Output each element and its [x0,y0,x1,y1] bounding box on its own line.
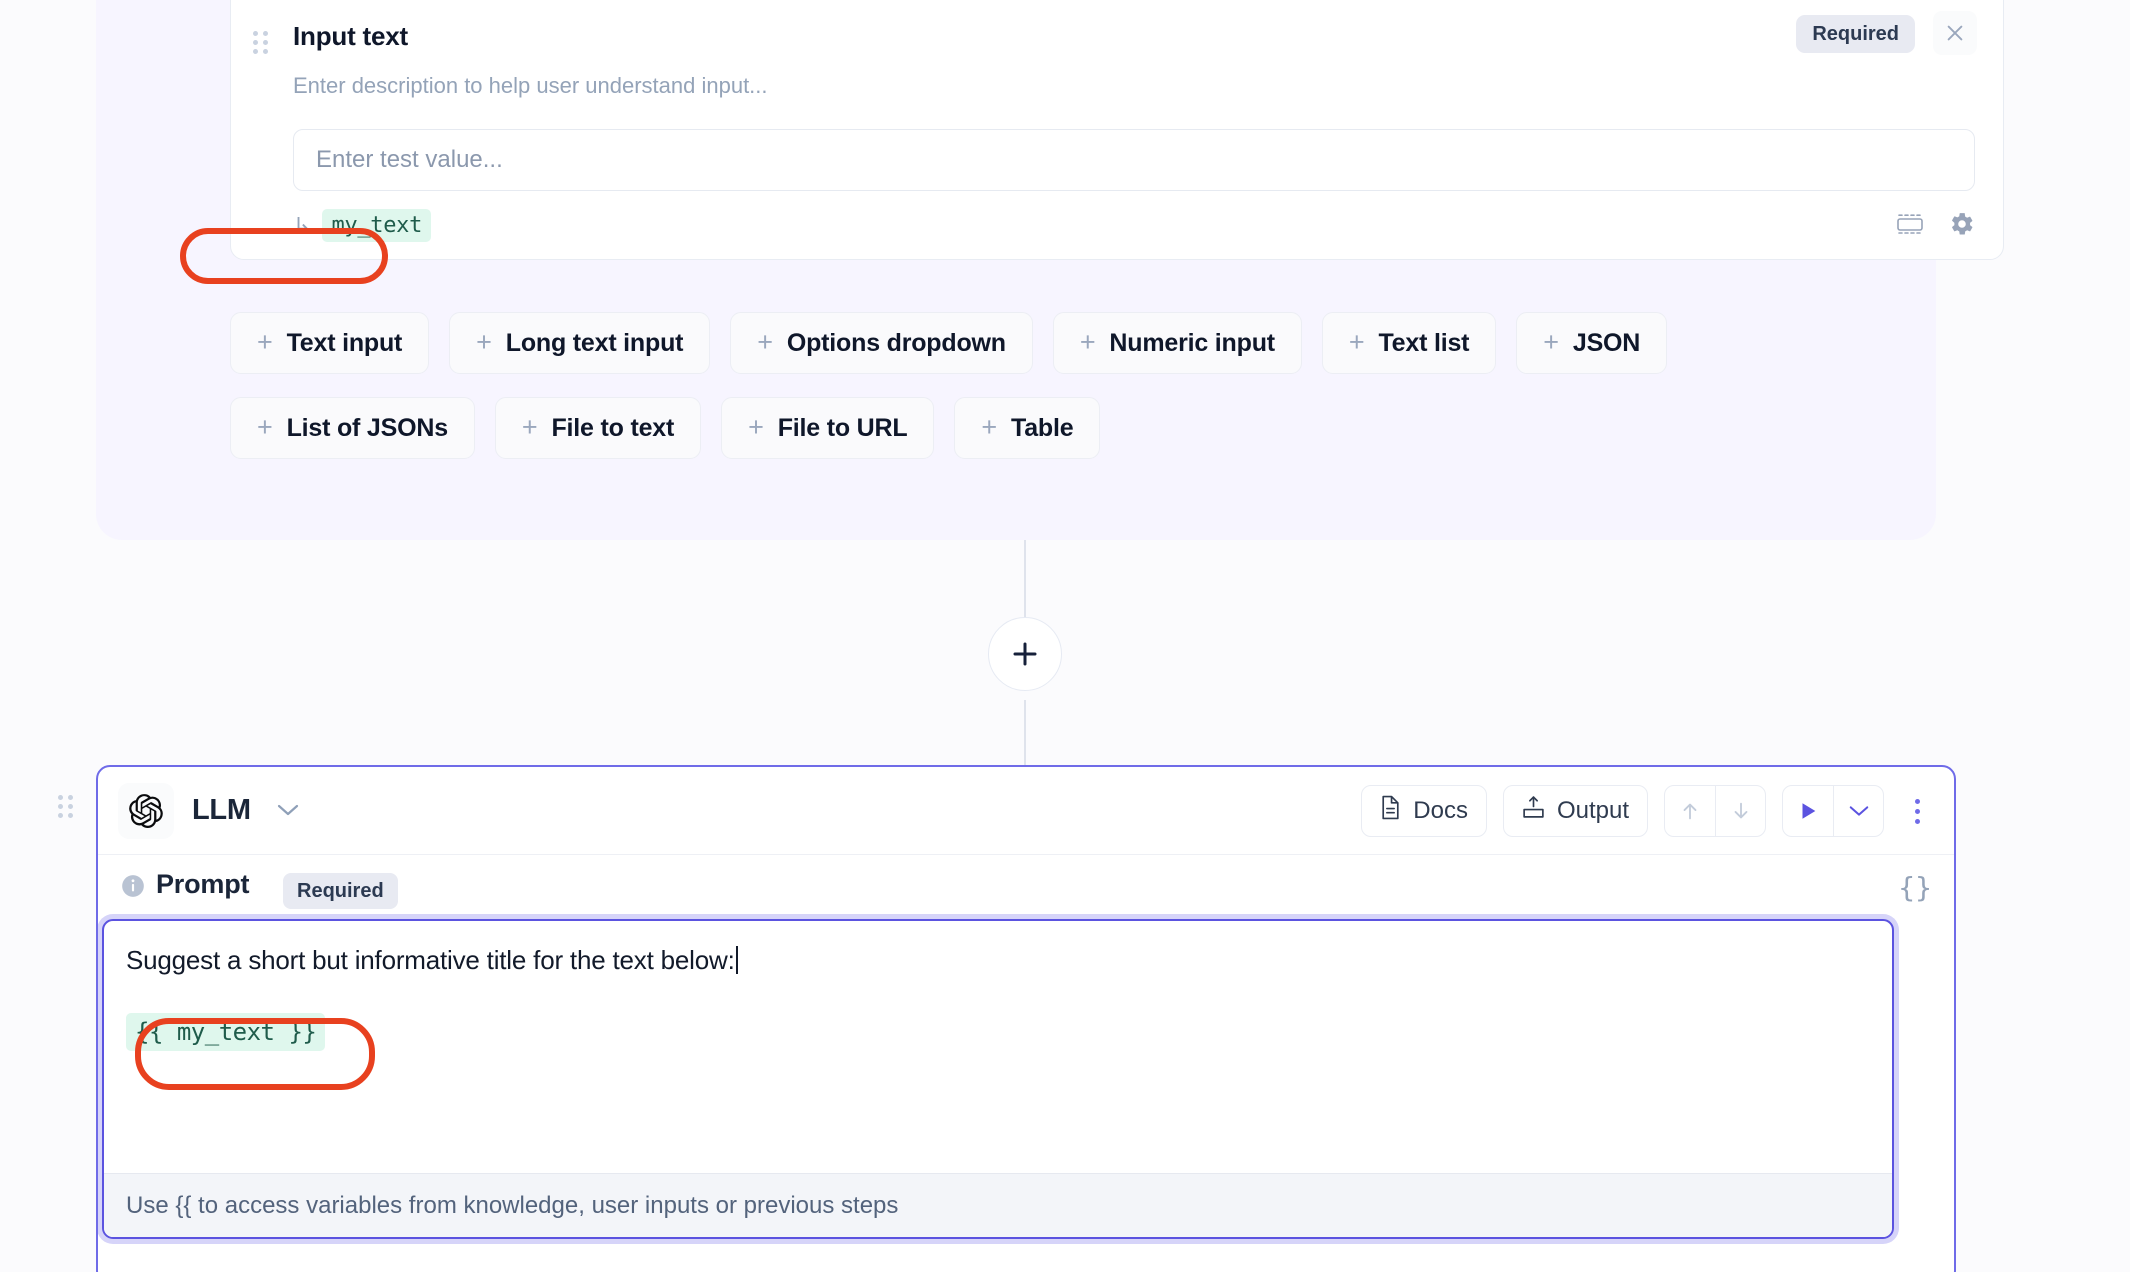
prompt-hint-text: Use {{ to access variables from knowledg… [104,1173,1892,1237]
button-label: File to URL [777,413,908,442]
add-file-to-text-button[interactable]: + File to text [494,397,702,459]
prompt-textarea[interactable]: Suggest a short but informative title fo… [102,919,1894,1239]
button-label: Text list [1378,328,1470,357]
plus-icon: + [1348,326,1365,357]
llm-node-card: LLM Docs Output Prompt Required {} Sugge… [96,765,1956,1272]
variable-chip-group: ↳ my_text [293,209,432,242]
plus-icon [1013,642,1037,666]
llm-node-title: LLM [192,794,251,826]
output-label: Output [1556,797,1629,824]
input-card-title: Input text [293,21,408,51]
input-card-description[interactable]: Enter description to help user understan… [293,73,768,99]
add-numeric-input-button[interactable]: + Numeric input [1052,312,1302,374]
test-value-input[interactable]: Enter test value... [293,129,1975,191]
prompt-label-row: Prompt Required {} [98,855,1954,919]
plus-icon: + [521,411,538,442]
plus-icon: + [476,326,492,357]
drag-handle-icon[interactable] [253,31,268,54]
workflow-canvas: Input text Enter description to help use… [0,0,2130,1272]
openai-logo-icon [118,783,174,839]
prompt-required-badge: Required [283,873,398,909]
text-caret [735,946,738,974]
plus-icon: + [1079,326,1096,357]
info-icon[interactable] [120,873,146,904]
play-icon[interactable] [1783,786,1833,836]
add-list-of-jsons-button[interactable]: + List of JSONs [230,397,475,459]
add-input-buttons-row-2: + List of JSONs + File to text + File to… [230,397,1101,459]
prompt-variable-token[interactable]: {{ my_text }} [126,1013,326,1051]
document-icon [1380,795,1401,827]
gear-icon[interactable] [1949,211,1975,237]
plus-icon: + [257,411,273,442]
button-label: Long text input [505,328,684,357]
curly-braces-icon[interactable]: {} [1898,871,1932,904]
plus-icon: + [257,326,273,357]
button-label: List of JSONs [286,413,449,442]
variable-name-chip[interactable]: my_text [322,209,432,242]
close-icon[interactable] [1933,11,1977,55]
move-step-group [1664,785,1766,837]
button-label: Numeric input [1109,328,1275,357]
prompt-text-content: Suggest a short but informative title fo… [126,945,738,976]
add-options-dropdown-button[interactable]: + Options dropdown [730,312,1033,374]
docs-label: Docs [1413,797,1468,824]
llm-drag-handle-icon[interactable] [58,795,73,818]
add-long-text-input-button[interactable]: + Long text input [449,312,711,374]
chevron-down-icon[interactable] [276,803,300,822]
button-label: File to text [551,413,675,442]
plus-icon: + [757,326,773,357]
docs-button[interactable]: Docs [1361,785,1487,837]
input-field-icon[interactable] [1897,214,1923,234]
button-label: Table [1011,413,1074,442]
prompt-field-label: Prompt [156,869,250,899]
plus-icon: + [748,411,764,442]
variable-row-actions [1897,211,1975,237]
run-step-group [1782,785,1884,837]
output-export-icon [1522,795,1545,827]
button-label: Options dropdown [786,328,1006,357]
variable-row: ↳ my_text [293,209,1975,249]
button-label: JSON [1572,328,1641,357]
add-json-button[interactable]: + JSON [1516,312,1668,374]
add-file-to-url-button[interactable]: + File to URL [721,397,935,459]
add-text-list-button[interactable]: + Text list [1321,312,1497,374]
run-options-chevron-down-icon[interactable] [1833,786,1883,836]
inputs-panel: Input text Enter description to help use… [96,0,2004,540]
move-down-icon[interactable] [1715,786,1765,836]
add-input-buttons-row-1: + Text input + Long text input + Options… [230,312,1668,374]
add-table-button[interactable]: + Table [954,397,1101,459]
plus-icon: + [1543,326,1559,357]
output-button[interactable]: Output [1502,785,1648,837]
required-badge: Required [1796,15,1915,53]
turn-arrow-icon: ↳ [293,212,312,238]
prompt-text: Suggest a short but informative title fo… [126,945,735,975]
llm-node-toolbar: Docs Output [1361,785,1934,837]
button-label: Text input [286,328,403,357]
plus-icon: + [981,411,997,442]
add-step-button[interactable] [988,617,1062,691]
add-text-input-button[interactable]: + Text input [230,312,430,374]
move-up-icon[interactable] [1665,786,1715,836]
more-options-icon[interactable] [1900,785,1934,837]
input-text-card: Input text Enter description to help use… [230,0,2004,260]
llm-node-header: LLM Docs Output [98,767,1954,855]
